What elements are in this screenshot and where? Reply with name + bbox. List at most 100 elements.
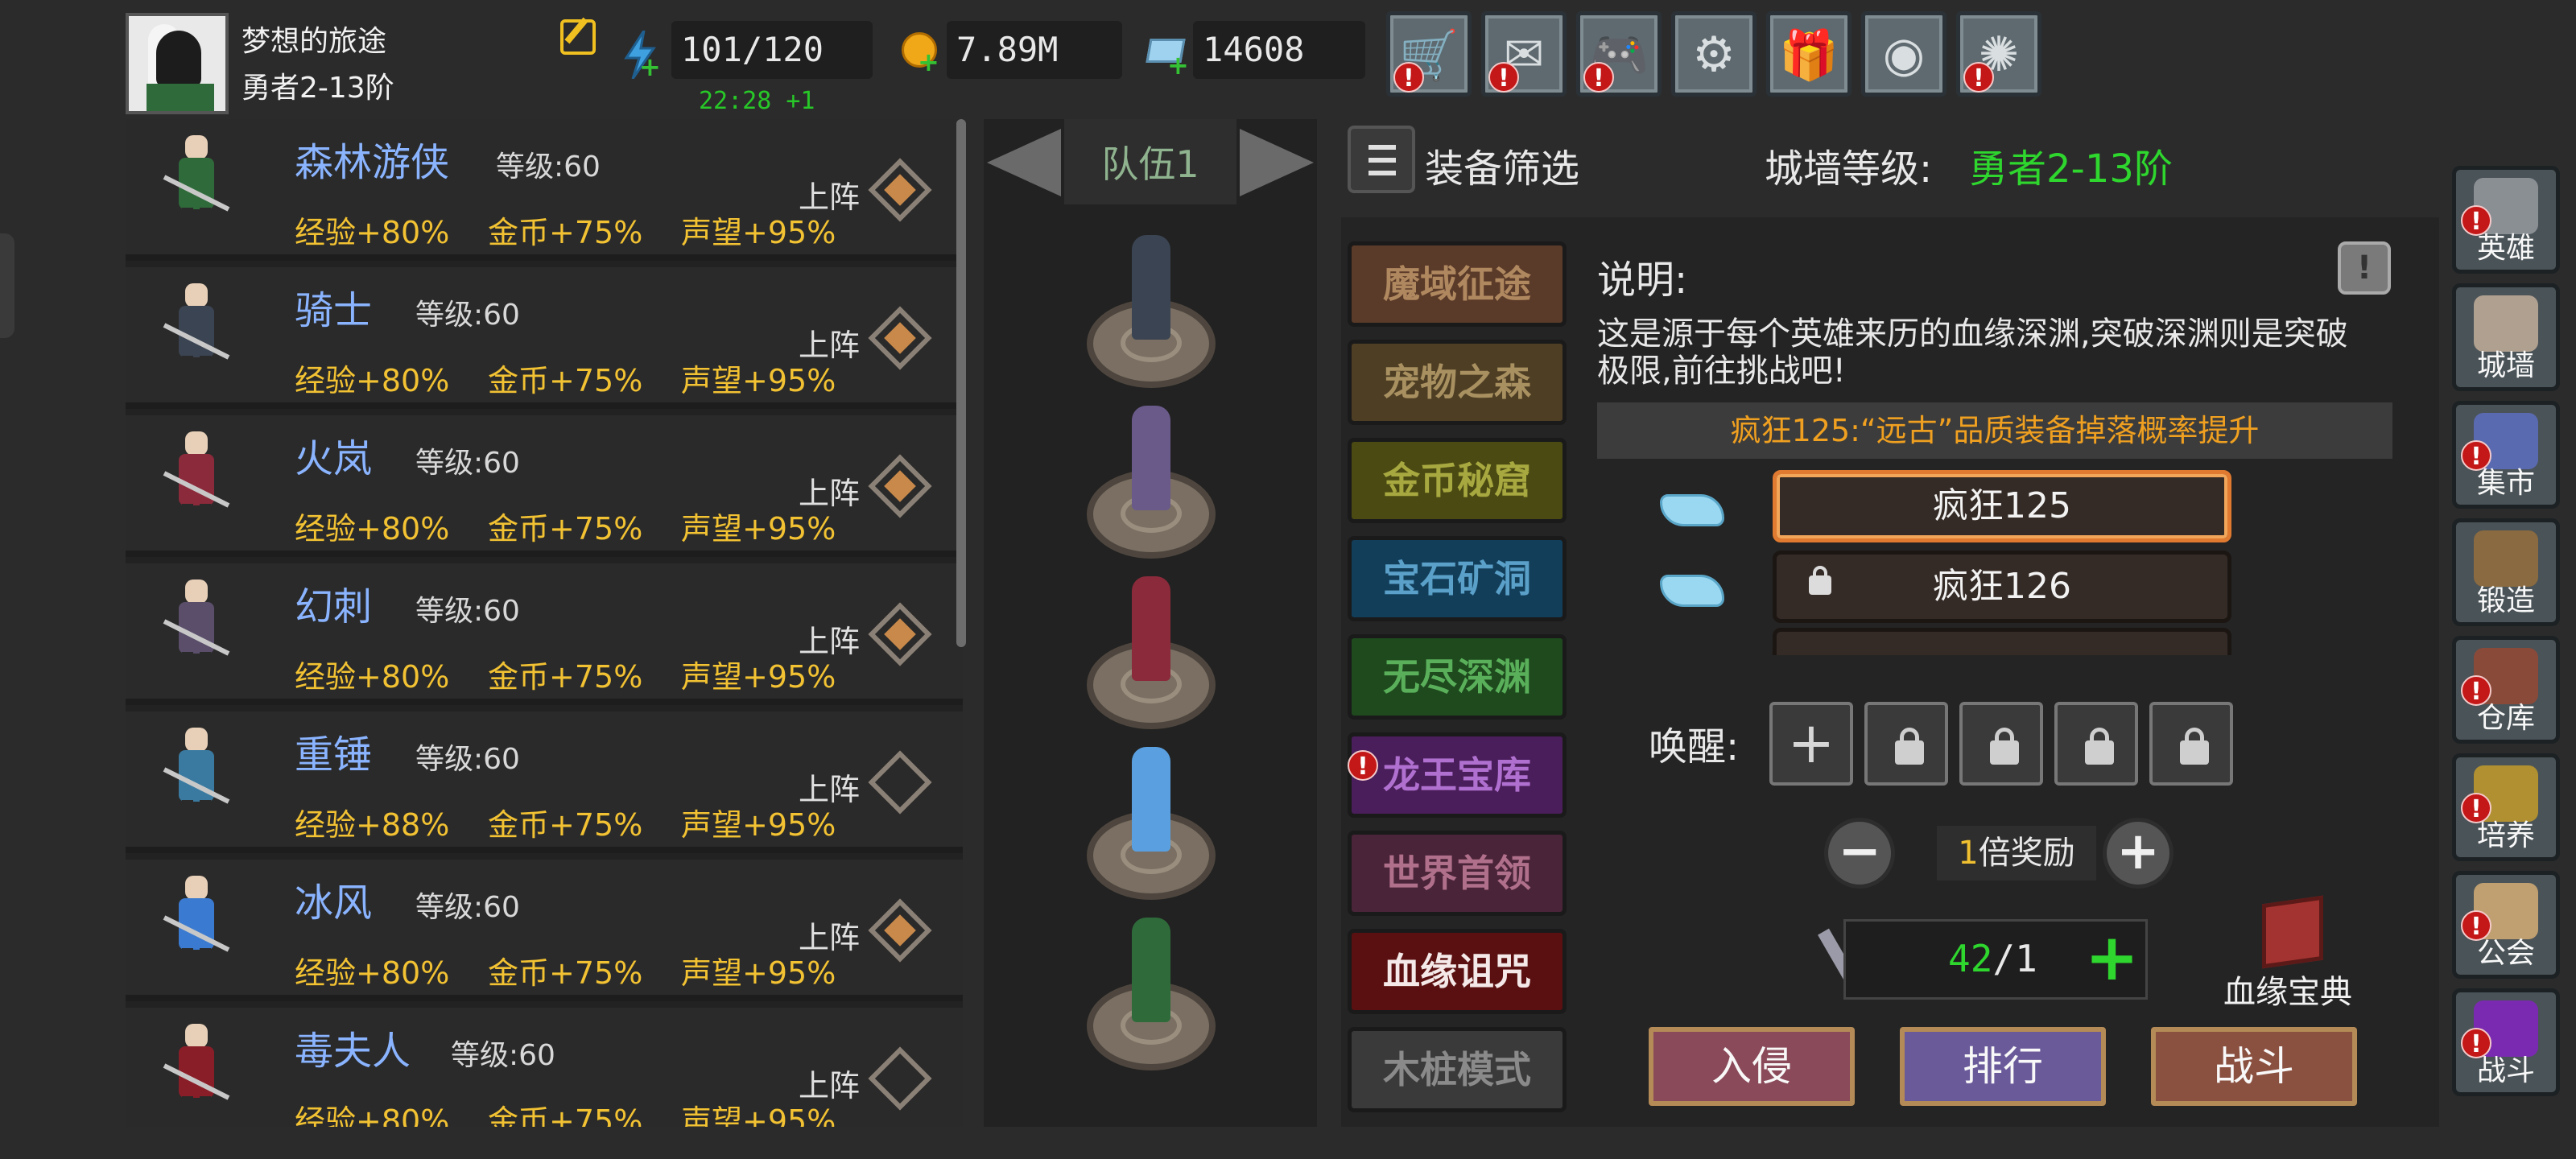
action-button[interactable]: 排行 — [1900, 1027, 2106, 1106]
mode-button[interactable]: 血缘诅咒 — [1348, 929, 1567, 1014]
mail-button[interactable]: ✉! — [1481, 11, 1567, 97]
ticket-plus-button[interactable]: + — [2085, 926, 2139, 990]
deploy-toggle-icon[interactable] — [868, 602, 932, 666]
hero-row[interactable]: 重锤 等级:60 经验+88% 金币+75% 声望+95% 上阵 — [126, 711, 963, 853]
mode-button[interactable]: 宠物之森 — [1348, 340, 1567, 425]
team-slot[interactable] — [1087, 235, 1216, 388]
mode-button[interactable]: 金币秘窟 — [1348, 438, 1567, 523]
hero-list-scrollbar[interactable] — [956, 119, 966, 647]
deploy-label[interactable]: 上阵 — [799, 617, 860, 661]
team-slot[interactable] — [1087, 747, 1216, 900]
hero-name: 毒夫人 — [295, 1029, 411, 1074]
awaken-locked-slot[interactable] — [1959, 702, 2043, 786]
gamepad-button[interactable]: 🎮! — [1576, 11, 1662, 97]
hero-name: 火岚 — [295, 436, 373, 481]
team-slot[interactable] — [1087, 576, 1216, 729]
crystal-icon — [1652, 478, 1732, 530]
next-team-arrow-icon[interactable] — [1240, 129, 1314, 196]
fireworks-button[interactable]: ✺! — [1956, 11, 2041, 97]
alert-badge-icon: ! — [2461, 793, 2491, 823]
side-drawer-tab[interactable] — [0, 233, 14, 338]
awaken-locked-slot[interactable] — [2054, 702, 2138, 786]
sidebar-button[interactable]: 集市! — [2452, 401, 2560, 509]
awaken-locked-slot[interactable] — [2149, 702, 2233, 786]
info-icon[interactable] — [2338, 241, 2391, 295]
hero-gold-bonus: 金币+75% — [488, 363, 643, 398]
deploy-label[interactable]: 上阵 — [799, 1061, 860, 1105]
awaken-add-slot[interactable]: + — [1769, 702, 1853, 786]
gear-button[interactable]: ⚙ — [1671, 11, 1757, 97]
color-wheel-button[interactable]: ◉ — [1861, 11, 1946, 97]
hero-row[interactable]: 火岚 等级:60 经验+80% 金币+75% 声望+95% 上阵 — [126, 415, 963, 557]
deploy-toggle-icon[interactable] — [868, 158, 932, 222]
sidebar-button[interactable]: 英雄! — [2452, 166, 2560, 274]
hero-list: 森林游侠 等级:60 经验+80% 金币+75% 声望+95% 上阵 骑士 等级:60 经验+8… — [126, 119, 963, 1127]
hero-row[interactable]: 冰风 等级:60 经验+80% 金币+75% 声望+95% 上阵 — [126, 860, 963, 1001]
mode-button[interactable]: 龙王宝库 — [1348, 732, 1567, 818]
level-button-partial[interactable] — [1773, 628, 2231, 655]
multiplier-minus-button[interactable]: − — [1824, 818, 1895, 889]
bloodline-codex-label[interactable]: 血缘宝典 — [2223, 966, 2352, 1013]
team-slot[interactable] — [1087, 918, 1216, 1070]
deploy-label[interactable]: 上阵 — [799, 320, 860, 365]
hero-row[interactable]: 骑士 等级:60 经验+80% 金币+75% 声望+95% 上阵 — [126, 267, 963, 409]
sidebar-button[interactable]: 培养! — [2452, 753, 2560, 861]
hero-level: 等级:60 — [415, 743, 520, 776]
action-button[interactable]: 战斗 — [2151, 1027, 2357, 1106]
lock-icon — [2085, 728, 2114, 765]
alert-badge-icon: ! — [2461, 205, 2491, 236]
hero-row[interactable]: 毒夫人 等级:60 经验+80% 金币+75% 声望+95% 上阵 — [126, 1008, 963, 1127]
player-avatar[interactable] — [126, 13, 229, 114]
deploy-label[interactable]: 上阵 — [799, 765, 860, 809]
deploy-toggle-icon[interactable] — [868, 750, 932, 815]
multiplier-plus-button[interactable]: + — [2103, 818, 2174, 889]
hero-sprite — [148, 573, 245, 694]
cart-button[interactable]: 🛒! — [1386, 11, 1472, 97]
sidebar-label: 城墙 — [2476, 349, 2535, 382]
awaken-locked-slot[interactable] — [1864, 702, 1948, 786]
level-button[interactable]: 疯狂125 — [1773, 470, 2231, 542]
edit-icon[interactable] — [560, 19, 596, 55]
action-button[interactable]: 入侵 — [1649, 1027, 1855, 1106]
sidebar-button[interactable]: 城墙 — [2452, 283, 2560, 391]
sidebar-button[interactable]: 战斗! — [2452, 988, 2560, 1096]
ticket-current: 42 — [1948, 937, 1993, 980]
mode-button[interactable]: 无尽深渊 — [1348, 634, 1567, 720]
level-label: 疯狂125 — [1933, 485, 2071, 526]
deploy-toggle-icon[interactable] — [868, 898, 932, 963]
player-rank: 勇者2-13阶 — [242, 72, 394, 105]
multiplier-value: 1 — [1958, 835, 1979, 872]
deploy-label[interactable]: 上阵 — [799, 913, 860, 957]
hero-row[interactable]: 森林游侠 等级:60 经验+80% 金币+75% 声望+95% 上阵 — [126, 119, 963, 261]
deploy-toggle-icon[interactable] — [868, 1046, 932, 1111]
mode-button[interactable]: 世界首领 — [1348, 831, 1567, 916]
alert-badge-icon: ! — [1963, 62, 1994, 93]
hero-level: 等级:60 — [496, 151, 601, 184]
gem-icon[interactable]: + — [1143, 32, 1189, 78]
bloodline-codex-icon[interactable] — [2254, 893, 2331, 971]
deploy-label[interactable]: 上阵 — [799, 468, 860, 513]
hero-row[interactable]: 幻刺 等级:60 经验+80% 金币+75% 声望+95% 上阵 — [126, 563, 963, 705]
hero-gold-bonus: 金币+75% — [488, 511, 643, 547]
sidebar-button[interactable]: 锻造 — [2452, 518, 2560, 626]
gift-button[interactable]: 🎁 — [1766, 11, 1852, 97]
sidebar-button[interactable]: 公会! — [2452, 871, 2560, 979]
equipment-filter-button[interactable] — [1348, 126, 1415, 193]
gem-value: 14608 — [1193, 21, 1365, 79]
deploy-label[interactable]: 上阵 — [799, 172, 860, 217]
deploy-toggle-icon[interactable] — [868, 454, 932, 518]
team-hero-sprite — [1132, 406, 1170, 510]
sidebar-button[interactable]: 仓库! — [2452, 636, 2560, 744]
level-button[interactable]: 疯狂126 — [1773, 551, 2231, 623]
mode-button[interactable]: 木桩模式 — [1348, 1027, 1567, 1112]
prev-team-arrow-icon[interactable] — [987, 129, 1061, 196]
team-slot[interactable] — [1087, 406, 1216, 559]
team-hero-sprite — [1132, 576, 1170, 681]
alert-badge-icon: ! — [2461, 675, 2491, 706]
multiplier-suffix: 倍奖励 — [1978, 835, 2075, 872]
deploy-toggle-icon[interactable] — [868, 306, 932, 370]
gold-coin-icon[interactable]: + — [898, 29, 939, 75]
equipment-filter-label[interactable]: 装备筛选 — [1425, 137, 1579, 193]
mode-button[interactable]: 宝石矿洞 — [1348, 536, 1567, 621]
mode-button[interactable]: 魔域征途 — [1348, 241, 1567, 327]
